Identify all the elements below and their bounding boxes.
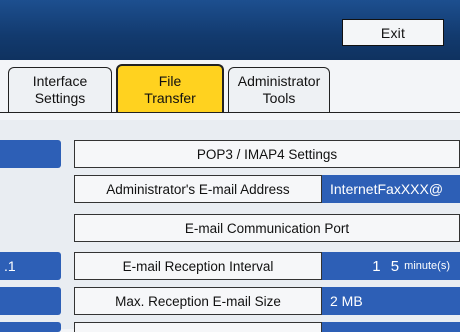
interval-unit: minute(s) (404, 260, 450, 272)
top-bar: Exit (0, 0, 460, 60)
tab-interface-settings[interactable]: Interface Settings (8, 67, 112, 112)
left-column-chip[interactable]: .1 (0, 252, 61, 280)
tab-label-line2: Transfer (144, 89, 196, 106)
next-setting-value (322, 322, 460, 332)
tab-label-line1: File (158, 72, 182, 89)
admin-email-address-button[interactable]: Administrator's E-mail Address (74, 175, 322, 203)
left-column-chip[interactable] (0, 287, 61, 315)
tab-file-transfer[interactable]: File Transfer (116, 64, 224, 113)
next-setting-button[interactable] (74, 322, 322, 332)
exit-button[interactable]: Exit (342, 19, 444, 46)
max-reception-email-size-button[interactable]: Max. Reception E-mail Size (74, 287, 322, 315)
tab-label-line2: Tools (262, 90, 296, 106)
tab-label-line2: Settings (34, 90, 86, 106)
max-reception-email-size-value: 2 MB (322, 287, 460, 315)
left-column-chip[interactable] (0, 140, 61, 168)
email-reception-interval-button[interactable]: E-mail Reception Interval (74, 252, 322, 280)
tab-administrator-tools[interactable]: Administrator Tools (228, 67, 330, 112)
tab-label-line1: Administrator (237, 73, 321, 89)
tab-label-line1: Interface (32, 73, 88, 89)
left-column-chip[interactable] (0, 322, 61, 332)
admin-email-address-value: InternetFaxXXX@ (322, 175, 460, 203)
email-reception-interval-value: 1 5 minute(s) (322, 252, 460, 280)
interval-number: 1 5 (372, 257, 403, 275)
pop3-imap4-settings-button[interactable]: POP3 / IMAP4 Settings (74, 140, 460, 168)
left-chip-value: .1 (4, 258, 16, 274)
email-communication-port-button[interactable]: E-mail Communication Port (74, 214, 460, 242)
tab-divider (0, 112, 460, 113)
